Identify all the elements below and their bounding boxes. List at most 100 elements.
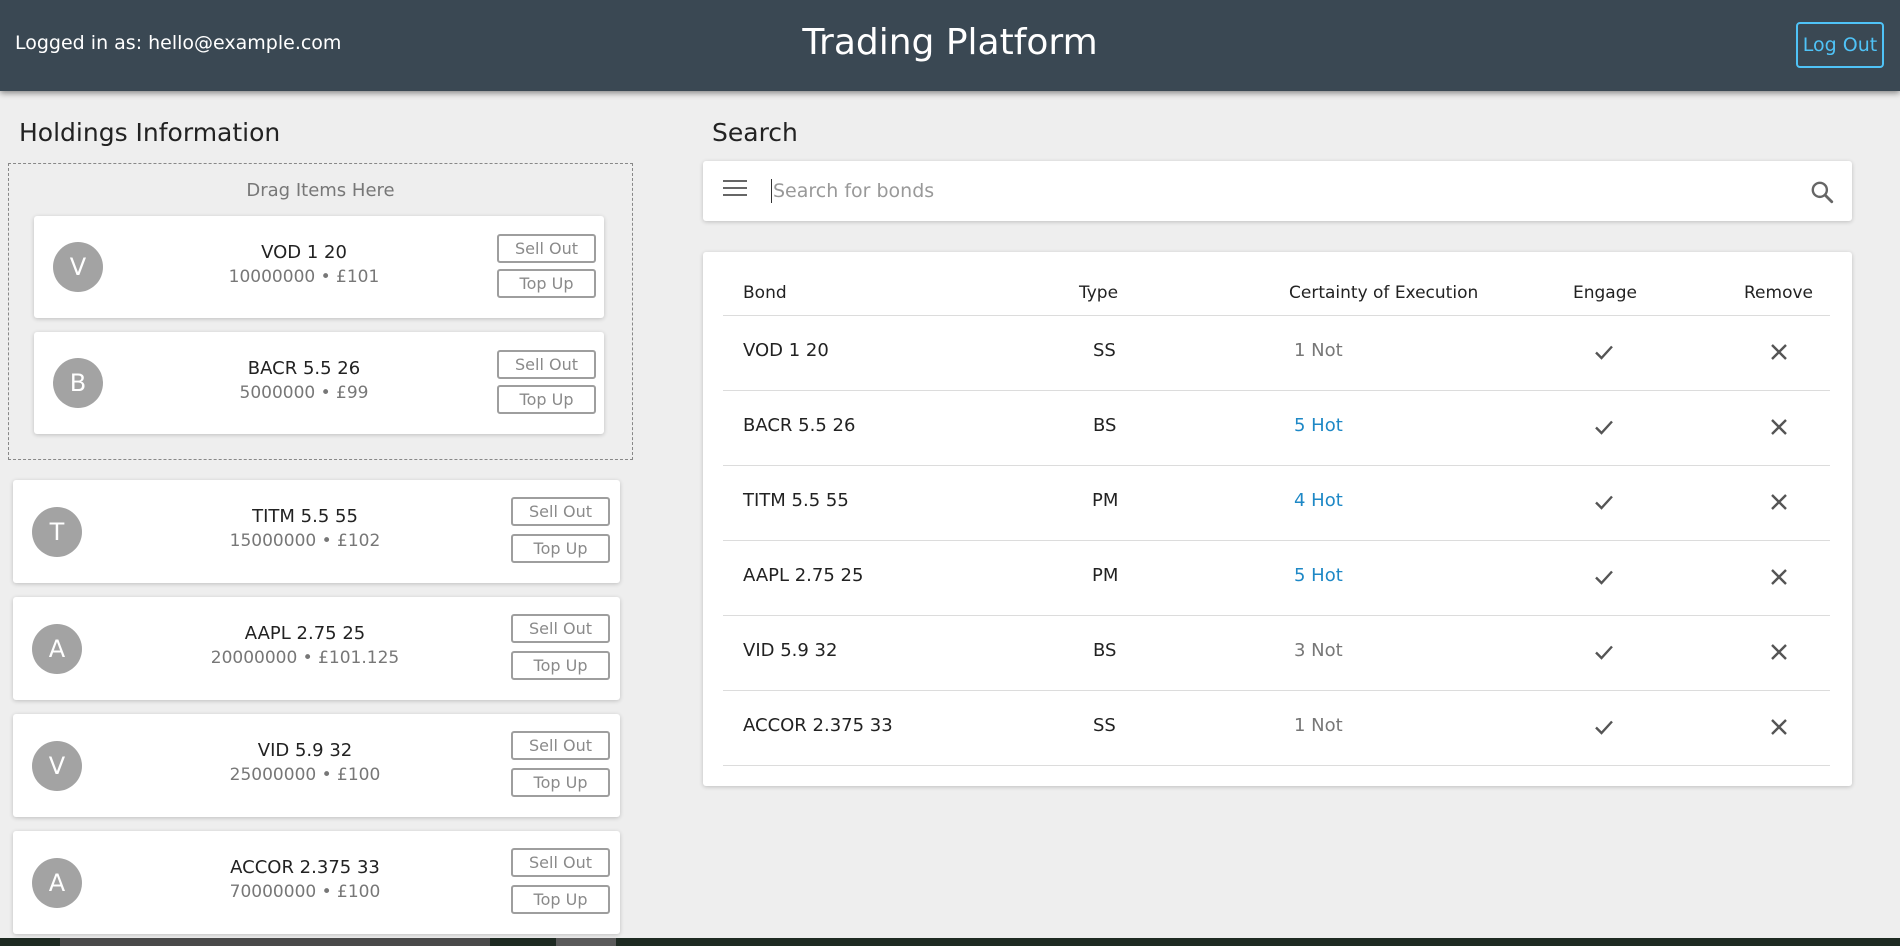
avatar: A <box>32 624 82 674</box>
avatar: B <box>53 358 103 408</box>
top-up-button[interactable]: Top Up <box>511 534 610 563</box>
holding-name: ACCOR 2.375 33 <box>230 857 380 878</box>
holdings-drop-zone[interactable]: Drag Items Here V VOD 1 20 10000000 • £1… <box>8 163 633 460</box>
bond-name: VID 5.9 32 <box>743 640 838 661</box>
row-divider <box>723 390 1830 391</box>
sell-out-button[interactable]: Sell Out <box>511 848 610 877</box>
search-input[interactable] <box>773 173 1773 209</box>
holding-name: BACR 5.5 26 <box>247 358 361 379</box>
holding-info: BACR 5.5 26 5000000 • £99 <box>194 357 414 405</box>
bond-name: TITM 5.5 55 <box>743 490 849 511</box>
holding-card[interactable]: V VID 5.9 32 25000000 • £100 Sell Out To… <box>13 714 620 817</box>
sell-out-button[interactable]: Sell Out <box>511 731 610 760</box>
top-up-button[interactable]: Top Up <box>511 651 610 680</box>
column-header-certainty: Certainty of Execution <box>1289 283 1479 303</box>
top-up-button[interactable]: Top Up <box>511 768 610 797</box>
close-icon[interactable] <box>1767 490 1791 514</box>
certainty-value: 1 Not <box>1294 715 1343 736</box>
top-up-button[interactable]: Top Up <box>497 385 596 414</box>
holding-info: TITM 5.5 55 15000000 • £102 <box>185 505 425 553</box>
holding-name: AAPL 2.75 25 <box>244 623 366 644</box>
certainty-value: 5 Hot <box>1294 415 1343 436</box>
bond-type: BS <box>1093 415 1117 436</box>
taskbar-segment <box>556 938 616 946</box>
sell-out-button[interactable]: Sell Out <box>511 497 610 526</box>
bond-type: PM <box>1092 565 1119 586</box>
app-title: Trading Platform <box>802 22 1098 63</box>
search-icon[interactable] <box>1809 179 1835 205</box>
drop-zone-hint: Drag Items Here <box>246 180 395 201</box>
holding-card[interactable]: B BACR 5.5 26 5000000 • £99 Sell Out Top… <box>34 332 604 434</box>
check-icon[interactable] <box>1592 415 1616 439</box>
holding-card[interactable]: T TITM 5.5 55 15000000 • £102 Sell Out T… <box>13 480 620 583</box>
holding-name: VID 5.9 32 <box>257 740 353 761</box>
sell-out-button[interactable]: Sell Out <box>497 350 596 379</box>
bonds-table: Bond Type Certainty of Execution Engage … <box>703 252 1852 786</box>
holding-card[interactable]: A ACCOR 2.375 33 70000000 • £100 Sell Ou… <box>13 831 620 934</box>
bond-type: SS <box>1093 340 1116 361</box>
holding-detail: 20000000 • £101.125 <box>210 648 400 668</box>
holding-detail: 10000000 • £101 <box>228 267 380 287</box>
certainty-value: 5 Hot <box>1294 565 1343 586</box>
holding-info: VID 5.9 32 25000000 • £100 <box>185 739 425 787</box>
row-divider <box>723 615 1830 616</box>
holding-info: VOD 1 20 10000000 • £101 <box>194 241 414 289</box>
bond-name: AAPL 2.75 25 <box>743 565 864 586</box>
close-icon[interactable] <box>1767 415 1791 439</box>
bond-type: PM <box>1092 490 1119 511</box>
holding-detail: 15000000 • £102 <box>229 531 381 551</box>
search-title: Search <box>712 118 798 147</box>
column-header-engage: Engage <box>1573 283 1637 303</box>
avatar: V <box>53 242 103 292</box>
column-header-bond: Bond <box>743 283 787 303</box>
column-header-type: Type <box>1079 283 1119 303</box>
holding-name: VOD 1 20 <box>261 242 347 263</box>
close-icon[interactable] <box>1767 340 1791 364</box>
row-divider <box>723 690 1830 691</box>
check-icon[interactable] <box>1592 565 1616 589</box>
avatar: A <box>32 858 82 908</box>
holding-detail: 25000000 • £100 <box>229 765 381 785</box>
top-up-button[interactable]: Top Up <box>511 885 610 914</box>
certainty-value: 1 Not <box>1294 340 1343 361</box>
column-header-remove: Remove <box>1744 283 1813 303</box>
taskbar-segment <box>60 938 490 946</box>
holdings-title: Holdings Information <box>19 118 281 147</box>
bond-name: BACR 5.5 26 <box>743 415 856 436</box>
close-icon[interactable] <box>1767 640 1791 664</box>
certainty-value: 4 Hot <box>1294 490 1343 511</box>
check-icon[interactable] <box>1592 490 1616 514</box>
row-divider <box>723 465 1830 466</box>
search-bar <box>703 161 1852 221</box>
sell-out-button[interactable]: Sell Out <box>497 234 596 263</box>
close-icon[interactable] <box>1767 715 1791 739</box>
bond-name: ACCOR 2.375 33 <box>743 715 893 736</box>
window-bottom-strip <box>0 938 1900 946</box>
avatar: V <box>32 741 82 791</box>
top-up-button[interactable]: Top Up <box>497 269 596 298</box>
certainty-value: 3 Not <box>1294 640 1343 661</box>
bond-name: VOD 1 20 <box>743 340 829 361</box>
holding-name: TITM 5.5 55 <box>252 506 358 527</box>
holding-info: ACCOR 2.375 33 70000000 • £100 <box>185 856 425 904</box>
avatar: T <box>32 507 82 557</box>
holding-card[interactable]: V VOD 1 20 10000000 • £101 Sell Out Top … <box>34 216 604 318</box>
logout-button[interactable]: Log Out <box>1796 22 1884 68</box>
close-icon[interactable] <box>1767 565 1791 589</box>
row-divider <box>723 765 1830 766</box>
menu-icon[interactable] <box>723 180 747 202</box>
check-icon[interactable] <box>1592 340 1616 364</box>
check-icon[interactable] <box>1592 715 1616 739</box>
holding-detail: 70000000 • £100 <box>229 882 381 902</box>
top-app-bar: Logged in as: hello@example.com Trading … <box>0 0 1900 91</box>
bond-type: BS <box>1093 640 1117 661</box>
sell-out-button[interactable]: Sell Out <box>511 614 610 643</box>
row-divider <box>723 540 1830 541</box>
holding-info: AAPL 2.75 25 20000000 • £101.125 <box>185 622 425 670</box>
holding-card[interactable]: A AAPL 2.75 25 20000000 • £101.125 Sell … <box>13 597 620 700</box>
header-divider <box>723 315 1830 316</box>
bond-type: SS <box>1093 715 1116 736</box>
check-icon[interactable] <box>1592 640 1616 664</box>
text-caret <box>771 179 772 203</box>
holding-detail: 5000000 • £99 <box>239 383 369 403</box>
